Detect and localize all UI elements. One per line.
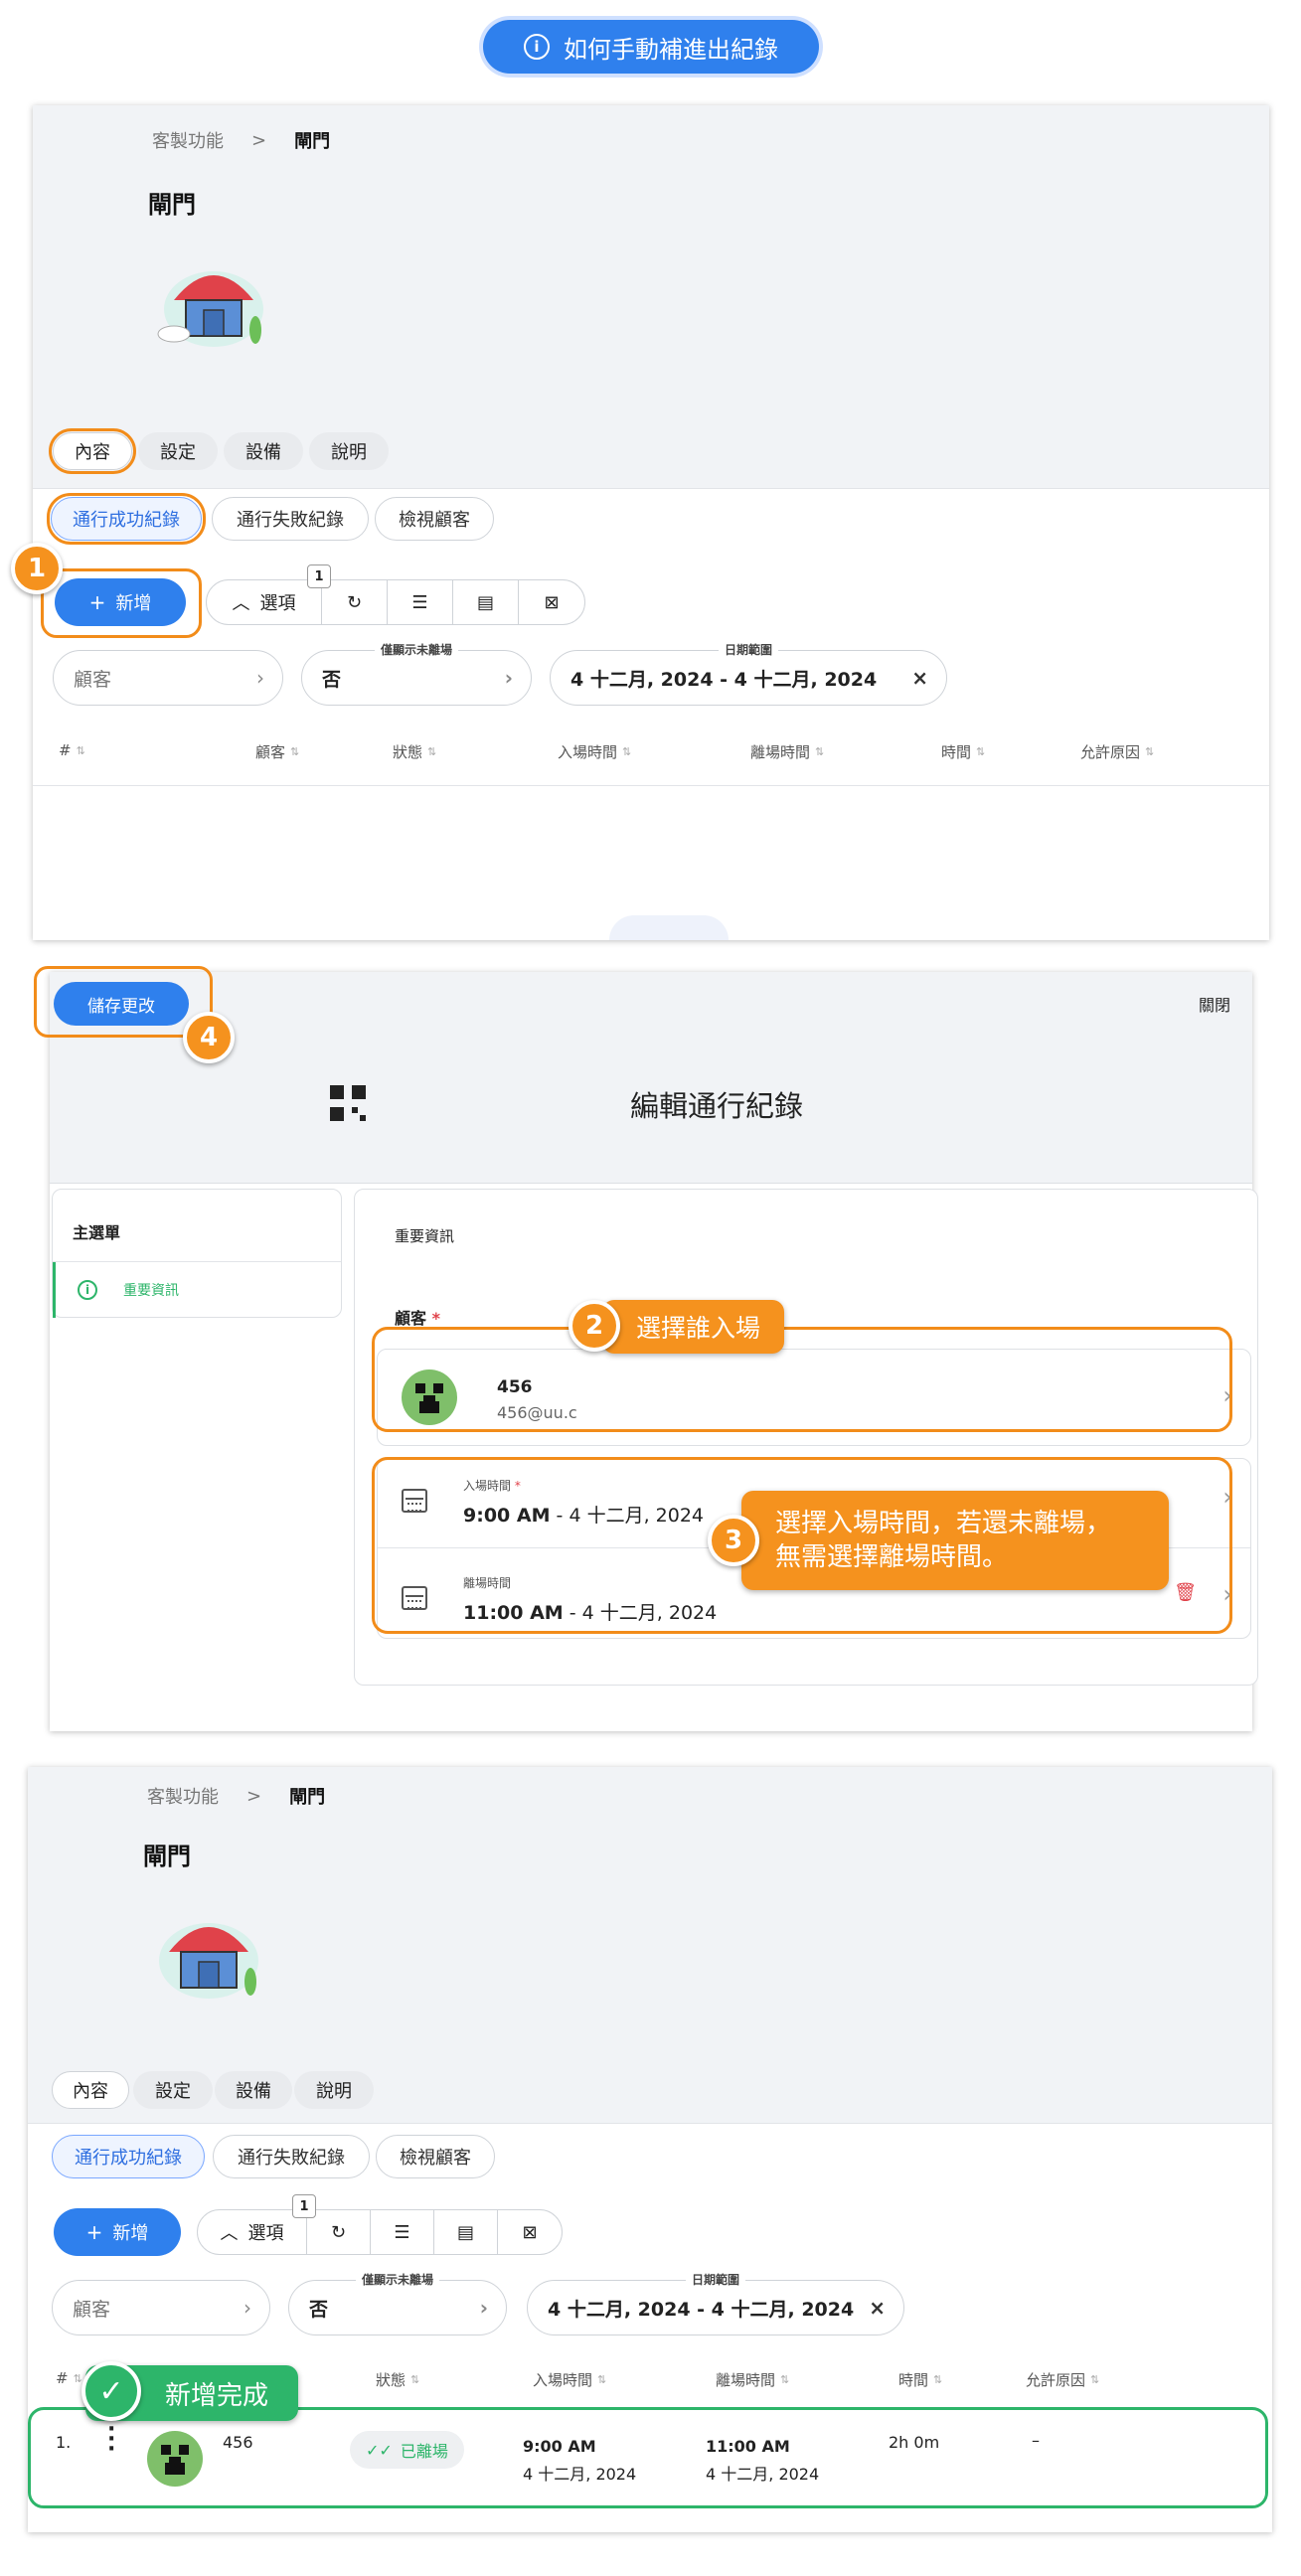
customer-filter[interactable]: 顧客 › bbox=[53, 650, 283, 706]
step-3-marker: 3 bbox=[708, 1515, 759, 1566]
refresh-button[interactable]: ↻ bbox=[322, 580, 388, 624]
toolbar-group: ︿ 選項 1 ↻ ☰ ▤ ⊠ bbox=[197, 2194, 563, 2255]
export-excel-button[interactable]: ⊠ bbox=[519, 580, 584, 624]
chevron-right-icon: > bbox=[246, 1785, 262, 1807]
csv-icon: ▤ bbox=[456, 2221, 474, 2243]
sliders-icon: ☰ bbox=[411, 591, 428, 613]
gate-illustration-icon bbox=[157, 271, 263, 347]
column-status[interactable]: 狀態 ⇅ bbox=[393, 741, 436, 762]
dialog-title: 編輯通行紀錄 bbox=[630, 1089, 804, 1123]
column-customer[interactable]: 顧客 ⇅ bbox=[255, 741, 299, 762]
options-button[interactable]: ︿ 選項 1 bbox=[207, 564, 331, 624]
page-title: 閘門 bbox=[148, 191, 196, 219]
callout-choose-time: 選擇入場時間，若還未離場， 無需選擇離場時間。 bbox=[741, 1491, 1169, 1590]
plus-icon: + bbox=[85, 2220, 103, 2244]
tab-devices[interactable]: 設備 bbox=[215, 2071, 292, 2109]
column-status[interactable]: 狀態 ⇅ bbox=[376, 2369, 419, 2390]
menu-item-important-info[interactable]: i 重要資訊 bbox=[53, 1262, 341, 1318]
column-exit-time[interactable]: 離場時間 ⇅ bbox=[716, 2369, 789, 2390]
column-index[interactable]: # ⇅ bbox=[56, 2369, 82, 2387]
breadcrumb-parent[interactable]: 客製功能 bbox=[152, 127, 224, 153]
help-banner[interactable]: i 如何手動補進出紀錄 bbox=[483, 20, 819, 74]
qr-code-icon bbox=[330, 1085, 366, 1121]
tab-failed-records[interactable]: 通行失敗紀錄 bbox=[213, 2135, 370, 2178]
toolbar-group: ︿ 選項 1 ↻ ☰ ▤ ⊠ bbox=[206, 564, 585, 625]
filter-button[interactable]: ☰ bbox=[388, 580, 453, 624]
info-icon: i bbox=[524, 34, 550, 60]
chevron-up-icon: ︿ bbox=[220, 2223, 239, 2244]
export-csv-button[interactable]: ▤ bbox=[434, 2210, 498, 2254]
banner-text: 如何手動補進出紀錄 bbox=[564, 35, 778, 64]
filter-button[interactable]: ☰ bbox=[371, 2210, 434, 2254]
refresh-icon: ↻ bbox=[330, 2221, 347, 2243]
column-entry-time[interactable]: 入場時間 ⇅ bbox=[533, 2369, 606, 2390]
step-4-marker: 4 bbox=[183, 1012, 235, 1063]
section-title: 重要資訊 bbox=[395, 1227, 455, 1245]
new-row-highlight bbox=[28, 2407, 1268, 2508]
chevron-right-icon: › bbox=[504, 666, 513, 690]
breadcrumb-current: 閘門 bbox=[294, 131, 331, 152]
step-1-marker: 1 bbox=[11, 543, 63, 594]
sliders-icon: ☰ bbox=[394, 2221, 410, 2243]
add-button[interactable]: + 新增 bbox=[54, 2208, 181, 2256]
tab-settings[interactable]: 設定 bbox=[133, 2071, 213, 2109]
menu-title: 主選單 bbox=[73, 1223, 121, 1242]
tab-help[interactable]: 說明 bbox=[294, 2071, 374, 2109]
step-2-marker: 2 bbox=[569, 1300, 620, 1352]
side-menu: 主選單 i 重要資訊 bbox=[52, 1189, 342, 1318]
unfinished-filter[interactable]: 僅顯示未離場 否 › bbox=[301, 641, 532, 706]
excel-icon: ⊠ bbox=[522, 2221, 538, 2243]
breadcrumb-current: 閘門 bbox=[289, 1787, 326, 1808]
page-title: 閘門 bbox=[143, 1843, 191, 1870]
export-excel-button[interactable]: ⊠ bbox=[498, 2210, 562, 2254]
tab-help[interactable]: 說明 bbox=[309, 432, 389, 470]
unfinished-filter[interactable]: 僅顯示未離場 否 › bbox=[288, 2271, 507, 2335]
export-csv-button[interactable]: ▤ bbox=[453, 580, 519, 624]
breadcrumb: 客製功能 > 閘門 bbox=[152, 127, 330, 153]
column-duration[interactable]: 時間 ⇅ bbox=[941, 741, 985, 762]
clear-icon[interactable]: × bbox=[869, 2296, 886, 2320]
column-entry-time[interactable]: 入場時間 ⇅ bbox=[558, 741, 631, 762]
gate-illustration-icon bbox=[159, 1923, 258, 1999]
customer-label: 顧客 * bbox=[395, 1309, 440, 1328]
column-exit-time[interactable]: 離場時間 ⇅ bbox=[750, 741, 824, 762]
chevron-right-icon: › bbox=[244, 2296, 251, 2320]
customer-filter[interactable]: 顧客 › bbox=[52, 2280, 270, 2335]
column-reason[interactable]: 允許原因 ⇅ bbox=[1080, 741, 1154, 762]
chevron-up-icon: ︿ bbox=[232, 593, 250, 614]
column-index[interactable]: # ⇅ bbox=[59, 741, 85, 759]
date-range-filter[interactable]: 日期範圍 4 十二月, 2024 - 4 十二月, 2024 × bbox=[527, 2271, 904, 2335]
tab-view-customers[interactable]: 檢視顧客 bbox=[376, 2135, 495, 2178]
tab-devices[interactable]: 設備 bbox=[224, 432, 303, 470]
close-button[interactable]: 關閉 bbox=[1199, 992, 1230, 1016]
add-button-label: 新增 bbox=[112, 2223, 149, 2244]
options-button[interactable]: ︿ 選項 1 bbox=[198, 2194, 316, 2254]
tab-content[interactable]: 內容 bbox=[52, 2071, 129, 2109]
column-duration[interactable]: 時間 ⇅ bbox=[898, 2369, 942, 2390]
refresh-button[interactable]: ↻ bbox=[307, 2210, 371, 2254]
tab-failed-records[interactable]: 通行失敗紀錄 bbox=[212, 497, 369, 541]
refresh-icon: ↻ bbox=[346, 591, 363, 613]
breadcrumb-parent[interactable]: 客製功能 bbox=[147, 1783, 219, 1809]
clear-icon[interactable]: × bbox=[911, 666, 928, 690]
info-icon: i bbox=[78, 1280, 97, 1300]
chevron-right-icon: > bbox=[251, 129, 267, 151]
tab-view-customers[interactable]: 檢視顧客 bbox=[375, 497, 494, 541]
breadcrumb: 客製功能 > 閘門 bbox=[147, 1783, 325, 1809]
callout-choose-customer: 選擇誰入場 bbox=[602, 1300, 785, 1354]
excel-icon: ⊠ bbox=[544, 591, 560, 613]
csv-icon: ▤ bbox=[476, 591, 494, 613]
checkmark-icon: ✓ bbox=[81, 2361, 141, 2421]
column-reason[interactable]: 允許原因 ⇅ bbox=[1026, 2369, 1099, 2390]
tab-success-records[interactable]: 通行成功紀錄 bbox=[52, 2135, 205, 2178]
chevron-right-icon: › bbox=[256, 666, 264, 690]
date-range-filter[interactable]: 日期範圍 4 十二月, 2024 - 4 十二月, 2024 × bbox=[550, 641, 947, 706]
gate-panel-before: 客製功能 > 閘門 閘門 內容 設定 設備 說明 通行成功紀錄 通行失敗紀錄 檢… bbox=[11, 105, 1269, 940]
tab-settings[interactable]: 設定 bbox=[138, 432, 218, 470]
chevron-right-icon: › bbox=[479, 2296, 488, 2320]
